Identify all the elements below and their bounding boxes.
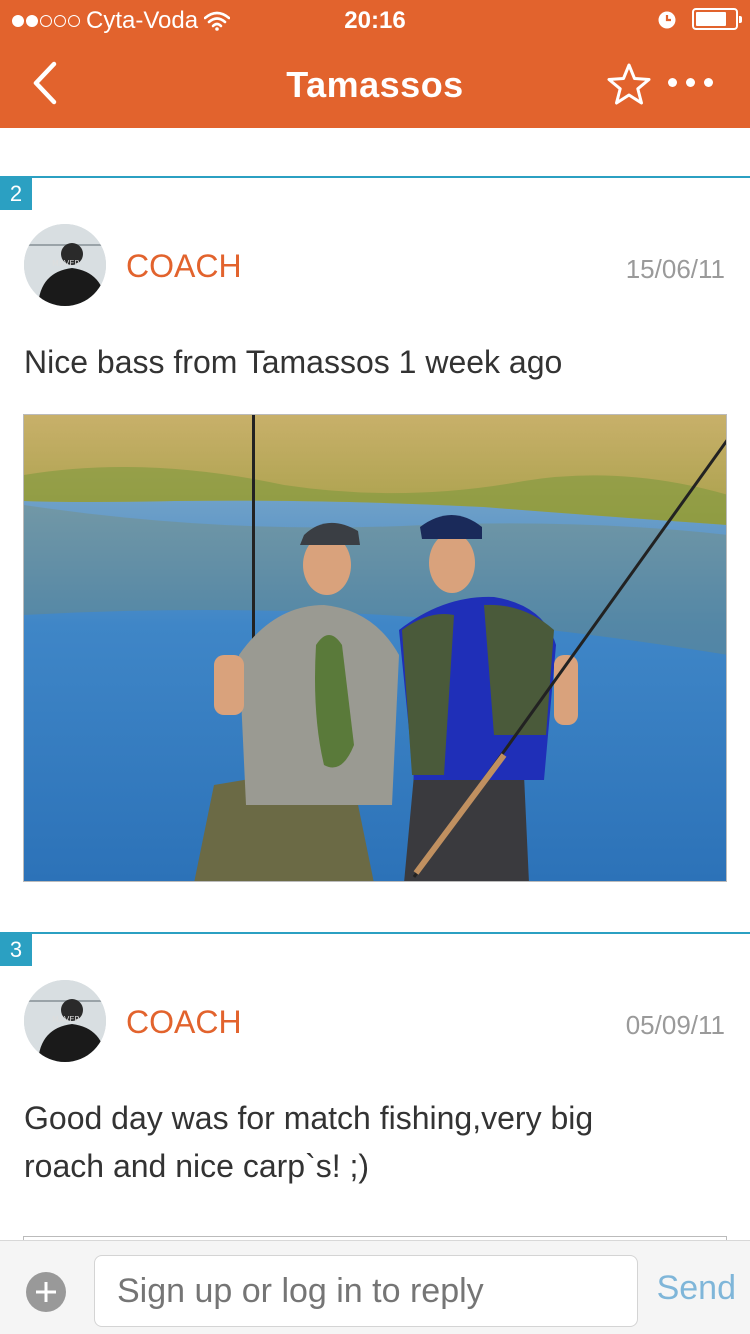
- post-3: 3 MAVER COACH 05/09/11 Good day was for …: [0, 932, 750, 1256]
- svg-text:MAVER: MAVER: [52, 1015, 80, 1024]
- battery-fill: [696, 12, 727, 26]
- battery-icon: [692, 8, 742, 30]
- post-text: Good day was for match fishing,very big …: [24, 1100, 594, 1184]
- star-outline-icon[interactable]: [606, 62, 652, 106]
- post-2: 2 MAVER COACH 15/06/11 Nice bass from Ta…: [0, 176, 750, 896]
- post-number-badge: 2: [0, 178, 32, 210]
- app-header: Cyta-Voda 20:16 Tamassos: [0, 0, 750, 128]
- avatar[interactable]: MAVER: [24, 224, 106, 306]
- post-author[interactable]: COACH: [126, 1004, 242, 1041]
- alarm-clock-icon: [658, 11, 676, 29]
- post-image[interactable]: [23, 414, 727, 882]
- plus-circle-icon[interactable]: [26, 1272, 66, 1312]
- more-horizontal-icon[interactable]: [668, 78, 713, 87]
- post-author[interactable]: COACH: [126, 248, 242, 285]
- post-divider: [0, 176, 750, 178]
- status-time: 20:16: [344, 7, 406, 34]
- post-number-badge: 3: [0, 934, 32, 966]
- post-date: 05/09/11: [625, 1010, 725, 1040]
- reply-bar: Send: [0, 1240, 750, 1334]
- post-text: Nice bass from Tamassos 1 week ago: [24, 344, 563, 380]
- send-button[interactable]: Send: [657, 1269, 736, 1308]
- status-bar: Cyta-Voda 20:16: [0, 0, 750, 40]
- svg-text:MAVER: MAVER: [52, 259, 80, 268]
- nav-bar: Tamassos: [0, 40, 750, 128]
- avatar[interactable]: MAVER: [24, 980, 106, 1062]
- reply-input[interactable]: [94, 1255, 638, 1327]
- status-right: [656, 8, 742, 30]
- post-date: 15/06/11: [625, 254, 725, 284]
- post-divider: [0, 932, 750, 934]
